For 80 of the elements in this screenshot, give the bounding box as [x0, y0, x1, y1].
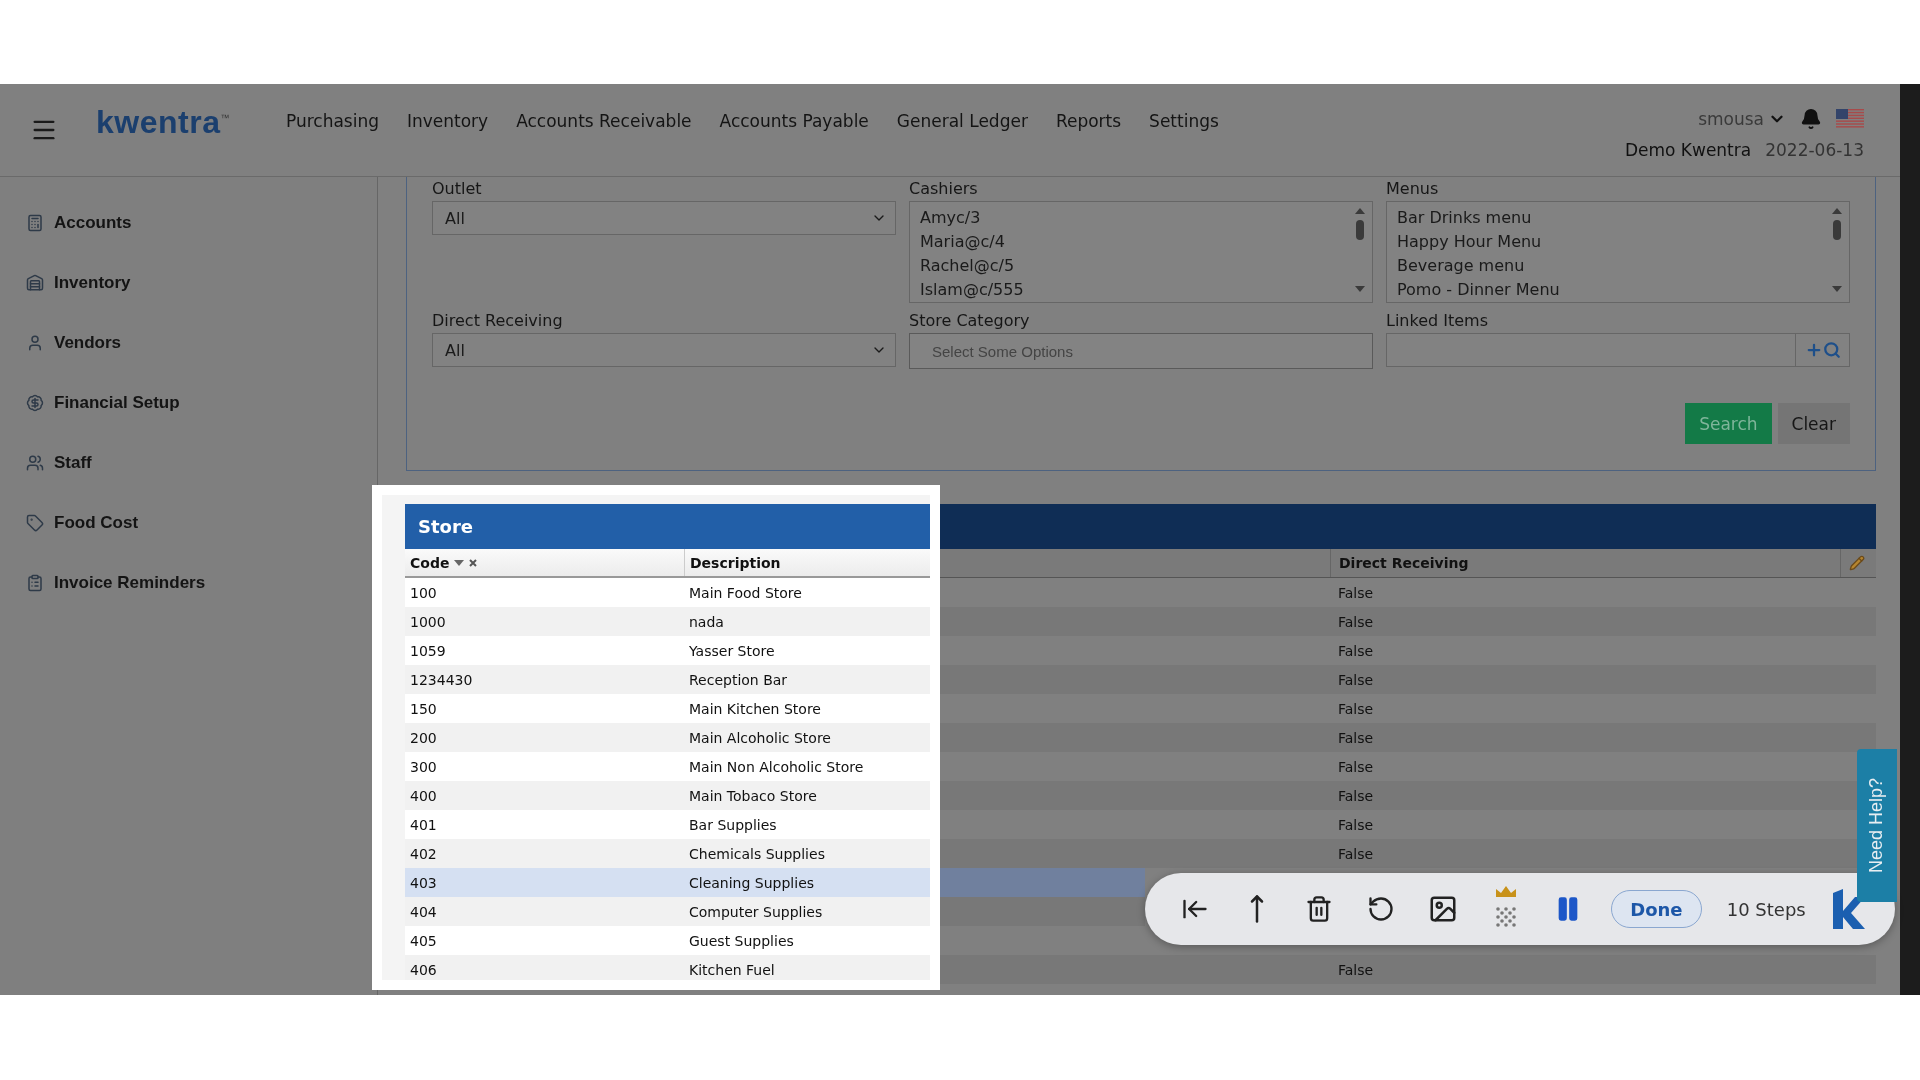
done-button[interactable]: Done	[1611, 890, 1702, 928]
list-option[interactable]: Maria@c/4	[920, 230, 1024, 254]
list-option[interactable]: Happy Hour Menu	[1397, 230, 1560, 254]
bell-icon[interactable]	[1800, 108, 1822, 130]
table-row[interactable]: 1059 Yasser Store	[405, 636, 930, 665]
table-cell-text: False	[1337, 961, 1375, 978]
search-button[interactable]: Search	[1685, 403, 1772, 444]
search-icon	[1822, 341, 1841, 359]
table-cell-text: False	[1337, 700, 1375, 717]
list-option[interactable]: Rachel@c/5	[920, 254, 1024, 278]
close-icon[interactable]	[469, 558, 478, 567]
field-label: Direct Receiving	[432, 311, 564, 330]
field-label: Cashiers	[909, 179, 979, 198]
table-cell-text: False	[1337, 787, 1375, 804]
table-row[interactable]: 401 Bar Supplies	[405, 810, 930, 839]
warehouse-icon	[26, 274, 44, 292]
help-tab[interactable]: Need Help?	[1857, 749, 1897, 902]
dropdown-field[interactable]: All	[432, 333, 896, 367]
sidebar-item[interactable]: Vendors	[0, 313, 122, 373]
nav-link[interactable]: General Ledger	[896, 111, 1028, 131]
steps-count: 10 Steps	[1726, 898, 1806, 920]
nav-link[interactable]: Accounts Payable	[719, 111, 869, 131]
nav-link[interactable]: Inventory	[406, 111, 489, 131]
date-text: 2022-06-13	[1765, 140, 1864, 160]
flag-icon[interactable]	[1836, 109, 1864, 129]
table-cell-text: False	[1337, 642, 1375, 659]
table-cell-text: False	[1337, 613, 1375, 630]
nav-link[interactable]: Accounts Receivable	[516, 111, 692, 131]
tag-icon	[26, 514, 44, 532]
sidebar-item[interactable]: Invoice Reminders	[0, 553, 206, 613]
sort-down-icon[interactable]	[454, 559, 465, 566]
table-row[interactable]: 150 Main Kitchen Store	[405, 694, 930, 723]
list-box[interactable]: Amyc/3 Maria@c/4 Rachel@c/5 Islam@c/555	[909, 201, 1373, 303]
table-cell-text: False	[1337, 584, 1375, 601]
sidebar-item[interactable]: Food Cost	[0, 493, 139, 553]
sidebar-item[interactable]: Inventory	[0, 253, 131, 313]
field-label: Outlet	[432, 179, 483, 198]
pencil-icon[interactable]	[1849, 555, 1865, 571]
user-name[interactable]: smousa	[1698, 109, 1764, 129]
person-icon	[26, 334, 44, 352]
logo[interactable]: kwentra$^{™}$	[96, 104, 230, 141]
list-option[interactable]: Amyc/3	[920, 206, 1024, 230]
table-cell-text: False	[1337, 671, 1375, 688]
multi-select-field[interactable]: Select Some Options	[909, 333, 1373, 369]
company-name: Demo Kwentra	[1624, 140, 1752, 160]
nav-link[interactable]: Purchasing	[285, 111, 379, 131]
scrollbar[interactable]	[1900, 84, 1920, 995]
sidebar-item[interactable]: Staff	[0, 433, 92, 493]
field-label: Linked Items	[1386, 311, 1490, 330]
table-row[interactable]: 405 Guest Supplies	[405, 926, 930, 955]
sidebar-item[interactable]: Financial Setup	[0, 373, 180, 433]
sidebar-item[interactable]: Accounts	[0, 193, 132, 253]
nav-link[interactable]: Reports	[1055, 111, 1122, 131]
column-header[interactable]: Direct Receiving	[1330, 549, 1840, 577]
dollar-badge-icon	[26, 394, 44, 412]
calculator-icon	[26, 214, 44, 232]
table-row[interactable]: 403 Cleaning Supplies	[405, 868, 930, 897]
column-header[interactable]: Code	[410, 554, 450, 571]
table-cell-text: False	[1337, 816, 1375, 833]
list-option[interactable]: Bar Drinks menu	[1397, 206, 1560, 230]
list-option[interactable]: Pomo - Dinner Menu	[1397, 278, 1560, 302]
table-cell-text: False	[1337, 758, 1375, 775]
k-logo-icon[interactable]	[1830, 889, 1867, 929]
table-row[interactable]: 300 Main Non Alcoholic Store	[405, 752, 930, 781]
table-title: Store	[405, 504, 930, 549]
clear-button[interactable]: Clear	[1777, 403, 1850, 444]
nav-link[interactable]: Settings	[1149, 111, 1219, 131]
list-option[interactable]: Beverage menu	[1397, 254, 1560, 278]
table-row[interactable]: 100 Main Food Store	[405, 578, 930, 607]
table-cell-text: False	[1337, 729, 1375, 746]
list-box[interactable]: Bar Drinks menu Happy Hour Menu Beverage menu Pomo - Dinner Menu	[1386, 201, 1850, 303]
search-field[interactable]	[1386, 333, 1850, 367]
column-header[interactable]: Description	[690, 554, 781, 571]
field-label: Store Category	[909, 311, 1031, 330]
undo-icon	[1366, 895, 1395, 923]
list-option[interactable]: Islam@c/555	[920, 278, 1024, 302]
clipboard-icon	[26, 574, 44, 592]
people-icon	[26, 454, 44, 472]
dropdown-field[interactable]: All	[432, 201, 896, 235]
field-label: Menus	[1386, 179, 1440, 198]
